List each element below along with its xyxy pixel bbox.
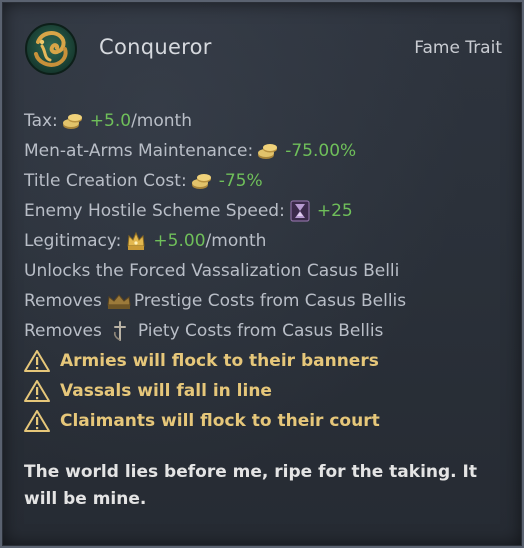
modifier-piety-costs: Removes Piety Costs from Casus Bellis <box>24 316 504 346</box>
warning-text: Armies will flock to their banners <box>60 351 379 371</box>
piety-prefix: Removes <box>24 321 102 341</box>
piety-icon <box>113 321 126 341</box>
modifier-legitimacy: Legitimacy: +5.00 /month <box>24 226 504 256</box>
tax-label: Tax: <box>24 111 58 131</box>
trait-type: Fame Trait <box>414 38 502 58</box>
trait-tooltip: Conqueror Fame Trait Tax: +5.0 /month Me… <box>0 0 524 548</box>
unlocks-text: Unlocks the Forced Vassalization Casus B… <box>24 261 400 281</box>
gold-coins-icon <box>62 114 82 129</box>
conqueror-trait-icon <box>25 23 77 75</box>
warning-armies: Armies will flock to their banners <box>24 346 504 376</box>
maa-label: Men-at-Arms Maintenance: <box>24 141 254 161</box>
legitimacy-value: +5.00 <box>153 231 206 251</box>
tax-value: +5.0 <box>89 111 132 131</box>
gold-coins-icon <box>191 174 211 189</box>
modifier-prestige-costs: Removes Prestige Costs from Casus Bellis <box>24 286 504 316</box>
flavor-text: The world lies before me, ripe for the t… <box>24 462 477 509</box>
warning-text: Vassals will fall in line <box>60 381 272 401</box>
warning-claimants: Claimants will flock to their court <box>24 406 504 436</box>
modifier-title-creation: Title Creation Cost: -75% <box>24 166 504 196</box>
warning-vassals: Vassals will fall in line <box>24 376 504 406</box>
trait-name: Conqueror <box>99 35 212 59</box>
modifier-list: Tax: +5.0 /month Men-at-Arms Maintenance… <box>24 106 504 436</box>
prestige-suffix: Prestige Costs from Casus Bellis <box>133 291 407 311</box>
warning-icon <box>24 380 50 402</box>
maa-value: -75.00% <box>285 141 357 161</box>
warning-icon <box>24 410 50 432</box>
scheme-value: +25 <box>316 201 353 221</box>
hourglass-icon <box>290 200 310 222</box>
tax-unit: /month <box>131 111 192 131</box>
gold-coins-icon <box>258 144 278 159</box>
title-value: -75% <box>218 171 263 191</box>
legitimacy-label: Legitimacy: <box>24 231 122 251</box>
warning-icon <box>24 350 50 372</box>
tooltip-header: Conqueror Fame Trait <box>24 22 502 78</box>
modifier-tax: Tax: +5.0 /month <box>24 106 504 136</box>
modifier-scheme-speed: Enemy Hostile Scheme Speed: +25 <box>24 196 504 226</box>
prestige-prefix: Removes <box>24 291 102 311</box>
legitimacy-unit: /month <box>205 231 267 251</box>
warning-text: Claimants will flock to their court <box>60 411 380 431</box>
modifier-maa-maintenance: Men-at-Arms Maintenance: -75.00% <box>24 136 504 166</box>
legitimacy-crown-icon <box>127 231 145 250</box>
title-label: Title Creation Cost: <box>24 171 187 191</box>
piety-suffix: Piety Costs from Casus Bellis <box>137 321 384 341</box>
prestige-crown-icon <box>107 294 131 309</box>
scheme-label: Enemy Hostile Scheme Speed: <box>24 201 285 221</box>
modifier-unlocks: Unlocks the Forced Vassalization Casus B… <box>24 256 504 286</box>
